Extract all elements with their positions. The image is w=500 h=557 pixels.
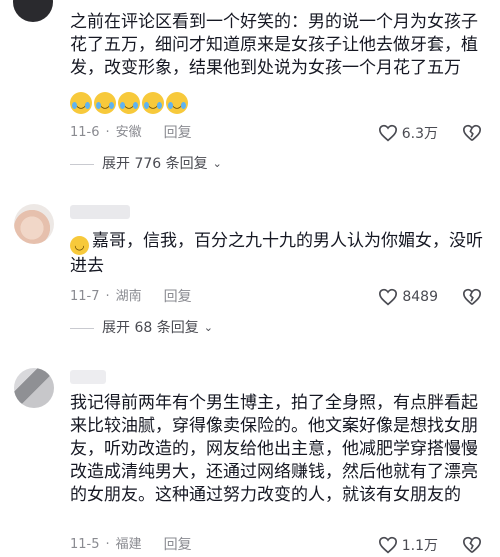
avatar[interactable] — [14, 368, 54, 408]
comment-location: 安徽 — [115, 125, 142, 140]
comment-actions: 8489 — [378, 286, 482, 308]
heart-icon — [379, 288, 398, 306]
expand-replies-button[interactable]: 展开 776 条回复 ⌄ — [70, 154, 222, 174]
expand-replies-button[interactable]: 展开 68 条回复 ⌄ — [70, 318, 213, 338]
comment-location: 福建 — [115, 537, 142, 552]
crying-laughing-emoji-icon: ◡ — [166, 92, 188, 114]
comment-location: 湖南 — [115, 289, 142, 304]
like-button[interactable]: 1.1万 — [378, 535, 438, 555]
comment-text: 之前在评论区看到一个好笑的：男的说一个月为女孩子花了五万，细问才知道原来是女孩子… — [70, 12, 478, 78]
crying-laughing-emoji-icon: ◡ — [70, 92, 92, 114]
like-button[interactable]: 6.3万 — [378, 123, 438, 143]
crying-laughing-emoji-icon: ◡ — [118, 92, 140, 114]
divider-line — [70, 327, 94, 329]
chevron-down-icon: ⌄ — [203, 321, 213, 334]
broken-heart-icon[interactable] — [462, 288, 482, 306]
comment-text: ◡ 嘉哥，信我，百分之九十九的男人认为你媚女，没听进去 — [70, 230, 490, 278]
grinning-emoji-icon: ◡ — [70, 236, 89, 255]
like-count: 8489 — [402, 289, 438, 305]
reply-button[interactable]: 回复 — [164, 535, 192, 555]
crying-laughing-emoji-icon: ◡ — [94, 92, 116, 114]
comment-date: 11-7 — [70, 289, 100, 304]
reply-button[interactable]: 回复 — [164, 123, 192, 143]
comment-meta: 11-5 · 福建 回复 — [70, 535, 192, 555]
crying-laughing-emoji-icon: ◡ — [142, 92, 164, 114]
comment-meta: 11-7 · 湖南 回复 — [70, 287, 192, 307]
meta-separator: · — [105, 289, 110, 304]
broken-heart-icon[interactable] — [462, 124, 482, 142]
comment-meta: 11-6 · 安徽 回复 — [70, 123, 192, 143]
like-count: 1.1万 — [401, 538, 438, 554]
expand-label: 展开 68 条回复 — [102, 320, 199, 336]
heart-icon — [378, 124, 397, 142]
like-count: 6.3万 — [401, 126, 438, 142]
comment-1: 之前在评论区看到一个好笑的：男的说一个月为女孩子花了五万，细问才知道原来是女孩子… — [0, 0, 500, 185]
reply-button[interactable]: 回复 — [164, 287, 192, 307]
comment-date: 11-6 — [70, 125, 100, 140]
username-placeholder[interactable] — [70, 370, 106, 384]
comment-text-content: 嘉哥，信我，百分之九十九的男人认为你媚女，没听进去 — [70, 231, 483, 276]
comment-actions: 1.1万 — [378, 534, 482, 556]
comment-2: ◡ 嘉哥，信我，百分之九十九的男人认为你媚女，没听进去 11-7 · 湖南 回复 … — [0, 185, 500, 355]
divider-line — [70, 163, 94, 165]
meta-separator: · — [105, 125, 110, 140]
heart-icon — [378, 536, 397, 554]
comment-3: 我记得前两年有个男生博主，拍了全身照，有点胖看起来比较油腻，穿得像卖保险的。他文… — [0, 355, 500, 557]
comment-text: 我记得前两年有个男生博主，拍了全身照，有点胖看起来比较油腻，穿得像卖保险的。他文… — [70, 393, 478, 505]
chevron-down-icon: ⌄ — [212, 157, 222, 170]
comment-date: 11-5 — [70, 537, 100, 552]
expand-label: 展开 776 条回复 — [102, 156, 208, 172]
emoji-row: ◡ ◡ ◡ ◡ ◡ — [70, 92, 188, 116]
like-button[interactable]: 8489 — [378, 288, 438, 306]
username-placeholder[interactable] — [70, 205, 130, 219]
meta-separator: · — [105, 537, 110, 552]
broken-heart-icon[interactable] — [462, 536, 482, 554]
avatar[interactable] — [13, 0, 53, 22]
avatar[interactable] — [14, 204, 54, 244]
comment-actions: 6.3万 — [378, 122, 482, 144]
